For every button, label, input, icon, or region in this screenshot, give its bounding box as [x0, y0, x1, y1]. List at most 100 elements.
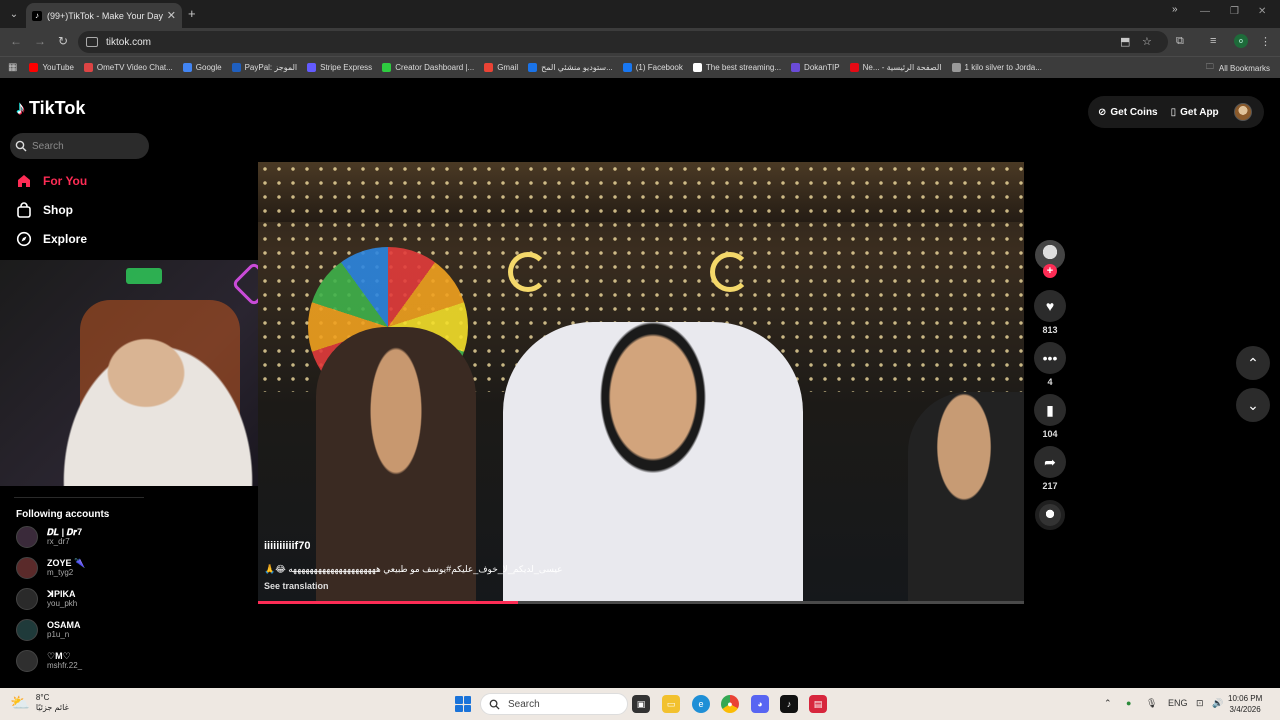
edge-icon[interactable]: e [692, 695, 710, 713]
bookmark-item[interactable]: PayPal: الموجز [231, 63, 297, 72]
bookmark-item[interactable]: Creator Dashboard |... [382, 63, 474, 72]
chrome-icon[interactable]: ● [721, 695, 739, 713]
tiktok-logo[interactable]: ♪ TikTok [16, 98, 85, 119]
bookmark-item[interactable]: Gmail [484, 63, 518, 72]
weather-widget[interactable]: ⛅ 8°C غائم جزئيًا [10, 693, 69, 713]
account-avatar [16, 588, 38, 610]
nav-explore[interactable]: Explore [16, 231, 87, 247]
extensions-puzzle-icon[interactable]: ⧉ [1176, 35, 1184, 48]
video-player[interactable] [258, 162, 1024, 604]
bookmarks-overflow-icon[interactable]: » [1172, 4, 1178, 15]
bookmark-favicon-icon [791, 63, 801, 72]
bookmark-favicon-icon [484, 63, 494, 72]
media-queue-icon[interactable]: ≡ [1210, 35, 1216, 47]
bookmark-item[interactable]: Google [182, 63, 222, 72]
volume-icon[interactable]: 🔊 [1212, 698, 1223, 709]
tray-chevron-up-icon[interactable]: ⌃ [1104, 698, 1112, 709]
bookmark-item[interactable]: 1 kilo silver to Jorda... [951, 63, 1042, 72]
bookmark-star-icon[interactable]: ☆ [1142, 35, 1152, 48]
bookmark-item[interactable]: Ne... - الصفحة الرئيسية [849, 63, 942, 72]
bookmark-item[interactable]: YouTube [29, 63, 74, 72]
following-account-item[interactable]: 𝑫𝑳 | 𝑫𝒓7 rx_dr7 [16, 526, 82, 548]
account-avatar [16, 526, 38, 548]
bookmark-item[interactable]: The best streaming... [692, 63, 781, 72]
restore-icon[interactable]: ❐ [1230, 6, 1239, 17]
follow-plus-icon[interactable]: + [1043, 264, 1057, 278]
see-translation-link[interactable]: See translation [264, 581, 329, 591]
following-account-item[interactable]: ꓘPIKA you_pkh [16, 588, 77, 610]
comment-count: 4 [1047, 377, 1053, 387]
url-text: tiktok.com [106, 36, 152, 48]
file-explorer-icon[interactable]: ▭ [662, 695, 680, 713]
task-view-icon[interactable]: ▣ [632, 695, 650, 713]
get-app-button[interactable]: ▯ Get App [1171, 107, 1219, 118]
network-icon[interactable]: ⊡ [1196, 698, 1204, 709]
bookmark-item[interactable]: (1) Facebook [622, 63, 683, 72]
bookmark-favicon-icon [849, 63, 859, 72]
discord-icon[interactable]: ◕ [751, 695, 769, 713]
microphone-icon[interactable]: 🎙 [1146, 698, 1157, 709]
bookmark-item[interactable]: Stripe Express [307, 63, 372, 72]
taskbar-search[interactable]: Search [480, 693, 628, 715]
tab-search-chevron-icon[interactable]: ⌄ [6, 6, 22, 22]
bookmark-item[interactable]: ستوديو منشئي المح... [528, 63, 613, 72]
nav-shop[interactable]: Shop [16, 202, 73, 218]
all-bookmarks[interactable]: 🗀 All Bookmarks [1206, 61, 1270, 75]
music-disc-icon[interactable] [1035, 500, 1065, 530]
comment-action[interactable]: ••• 4 [1034, 342, 1066, 387]
video-person-left [316, 327, 476, 604]
bookmark-item[interactable]: DokanTIP [791, 63, 840, 72]
account-avatar [16, 557, 38, 579]
browser-toolbar: ← → ↻ tiktok.com ⬒ ☆ ⧉ ≡ ⋮ [0, 28, 1280, 56]
video-person-right [908, 392, 1024, 604]
minimize-icon[interactable]: — [1200, 6, 1210, 17]
search-input[interactable]: Search [10, 133, 149, 159]
tab-close-icon[interactable]: ✕ [167, 9, 176, 22]
taskbar-clock[interactable]: 10:06 PM 3/4/2026 [1228, 693, 1262, 715]
apps-grid-icon[interactable]: ▦ [8, 62, 17, 73]
install-app-icon[interactable]: ⬒ [1120, 35, 1130, 48]
browser-tab-active[interactable]: ♪ (99+)TikTok - Make Your Day ✕ [26, 3, 182, 28]
bookmark-item[interactable]: OmeTV Video Chat... [83, 63, 173, 72]
address-bar[interactable]: tiktok.com [78, 31, 1168, 53]
window-close-icon[interactable]: ✕ [1258, 6, 1266, 17]
share-action[interactable]: ➦ 217 [1034, 446, 1066, 491]
coin-icon: ⊘ [1098, 106, 1107, 118]
following-account-item[interactable]: OSAMA p1u_n [16, 619, 81, 641]
video-progress-bar[interactable] [258, 601, 1024, 604]
language-indicator[interactable]: ENG [1168, 698, 1188, 708]
reload-icon[interactable]: ↻ [58, 34, 68, 48]
user-avatar[interactable] [1233, 103, 1252, 121]
following-account-item[interactable]: ♡M♡ mshfr.22_ [16, 650, 82, 672]
get-coins-button[interactable]: ⊘ Get Coins [1098, 107, 1158, 118]
nav-for-you[interactable]: For You [16, 173, 87, 189]
site-info-icon[interactable] [86, 37, 98, 47]
profile-avatar-icon[interactable]: o [1234, 34, 1248, 48]
forward-arrow-icon[interactable]: → [34, 34, 46, 48]
windows-start-icon[interactable] [455, 696, 471, 712]
next-video-chevron-down-icon[interactable]: ⌄ [1236, 388, 1270, 422]
streamer-figure [38, 310, 278, 486]
tray-status-icon[interactable]: ● [1126, 698, 1131, 708]
previous-video-chevron-up-icon[interactable]: ⌃ [1236, 346, 1270, 380]
account-username: p1u_n [47, 630, 70, 639]
partly-cloudy-icon: ⛅ [10, 695, 30, 712]
like-action[interactable]: ♥ 813 [1034, 290, 1066, 335]
chrome-menu-icon[interactable]: ⋮ [1260, 35, 1271, 48]
streaming-app-icon[interactable]: ▤ [809, 695, 827, 713]
windows-taskbar: ⛅ 8°C غائم جزئيًا Search ▣ ▭ e ● ◕ ♪ ▤ ⌃… [0, 688, 1280, 720]
video-creator-name[interactable]: iiiiiiiiiif70 [264, 540, 310, 552]
bookmark-icon[interactable]: ▮ [1034, 394, 1066, 426]
comment-bubble-icon[interactable]: ••• [1034, 342, 1066, 374]
heart-icon[interactable]: ♥ [1034, 290, 1066, 322]
share-count: 217 [1042, 481, 1058, 491]
tiktok-live-studio-icon[interactable]: ♪ [780, 695, 798, 713]
folder-icon: 🗀 [1205, 62, 1214, 71]
back-arrow-icon[interactable]: ← [10, 34, 22, 48]
tiktok-note-icon: ♪ [16, 98, 25, 118]
account-name: OSAMA [47, 620, 81, 630]
share-arrow-icon[interactable]: ➦ [1034, 446, 1066, 478]
save-action[interactable]: ▮ 104 [1034, 394, 1066, 439]
following-account-item[interactable]: ZOYE 🌂 m_tyg2 [16, 557, 85, 579]
new-tab-plus-icon[interactable]: + [188, 6, 196, 21]
